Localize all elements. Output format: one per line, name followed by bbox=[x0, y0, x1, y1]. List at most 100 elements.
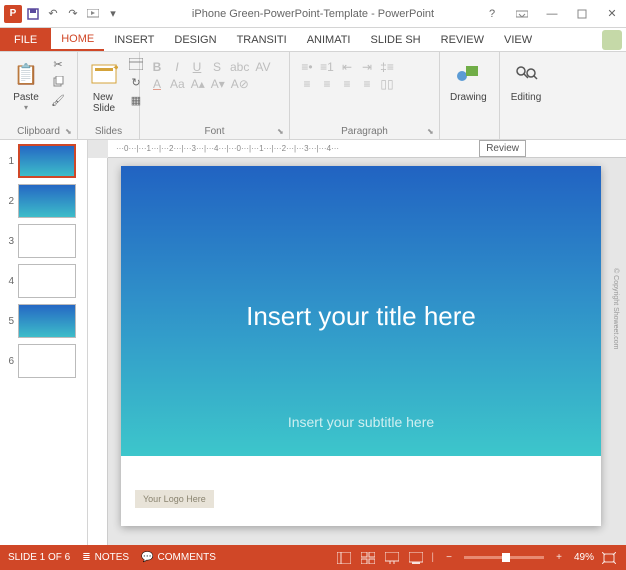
numbering-button[interactable]: ≡1 bbox=[320, 60, 334, 74]
comments-icon: 💬 bbox=[141, 552, 153, 563]
drawing-icon bbox=[452, 58, 484, 90]
title-placeholder[interactable]: Insert your title here bbox=[121, 301, 601, 332]
sorter-view-icon[interactable] bbox=[359, 550, 377, 566]
indent-dec-button[interactable]: ⇤ bbox=[340, 60, 354, 74]
zoom-in-button[interactable]: + bbox=[550, 550, 568, 566]
ribbon-tabs: FILE HOME INSERT DESIGN TRANSITI ANIMATI… bbox=[0, 28, 626, 52]
slide-thumbnails: 1 2 3 4 5 6 bbox=[0, 140, 88, 545]
new-slide-icon: ✦ bbox=[88, 58, 120, 90]
bullets-button[interactable]: ≡• bbox=[300, 60, 314, 74]
new-slide-button[interactable]: ✦ New Slide bbox=[84, 56, 124, 116]
normal-view-icon[interactable] bbox=[335, 550, 353, 566]
tab-transitions[interactable]: TRANSITI bbox=[227, 28, 297, 51]
tab-slideshow[interactable]: SLIDE SH bbox=[360, 28, 430, 51]
undo-icon[interactable]: ↶ bbox=[44, 5, 62, 23]
vertical-ruler[interactable] bbox=[88, 158, 108, 545]
cut-icon[interactable]: ✂ bbox=[50, 56, 66, 72]
thumbnail-2[interactable]: 2 bbox=[4, 184, 83, 218]
ribbon: 📋 Paste ▾ ✂ 🖌 Clipboard ⬊ ✦ New Slide ↻ … bbox=[0, 52, 626, 140]
user-badge[interactable] bbox=[602, 30, 622, 50]
slide-editor: ···0···|···1···|···2···|···3···|···4···|… bbox=[88, 140, 626, 545]
paste-button[interactable]: 📋 Paste ▾ bbox=[6, 56, 46, 114]
tab-review[interactable]: REVIEW bbox=[431, 28, 494, 51]
italic-button[interactable]: I bbox=[170, 60, 184, 74]
notes-button[interactable]: ≣NOTES bbox=[82, 552, 129, 563]
subtitle-placeholder[interactable]: Insert your subtitle here bbox=[121, 414, 601, 430]
slide-counter[interactable]: SLIDE 1 OF 6 bbox=[8, 552, 70, 563]
start-show-icon[interactable] bbox=[84, 5, 102, 23]
justify-button[interactable]: ≡ bbox=[360, 77, 374, 91]
spacing-button[interactable]: AV bbox=[255, 60, 270, 74]
thumbnail-6[interactable]: 6 bbox=[4, 344, 83, 378]
clear-format-button[interactable]: A⊘ bbox=[231, 77, 249, 91]
status-bar: SLIDE 1 OF 6 ≣NOTES 💬COMMENTS | − + 49% bbox=[0, 545, 626, 570]
shadow-button[interactable]: abc bbox=[230, 60, 249, 74]
find-icon bbox=[510, 58, 542, 90]
ribbon-options-icon[interactable] bbox=[508, 2, 536, 26]
group-slides: ✦ New Slide ↻ ▦ Slides bbox=[78, 52, 140, 139]
underline-button[interactable]: U bbox=[190, 60, 204, 74]
notes-icon: ≣ bbox=[82, 552, 90, 563]
comments-button[interactable]: 💬COMMENTS bbox=[141, 552, 216, 563]
group-editing: Editing bbox=[500, 52, 556, 139]
svg-text:✦: ✦ bbox=[112, 63, 118, 74]
thumbnail-1[interactable]: 1 bbox=[4, 144, 83, 178]
align-center-button[interactable]: ≡ bbox=[320, 77, 334, 91]
copyright-text: © Copyright Showeet.com bbox=[612, 268, 619, 349]
tab-view[interactable]: VIEW bbox=[494, 28, 542, 51]
paragraph-launcher[interactable]: ⬊ bbox=[427, 127, 437, 137]
group-clipboard: 📋 Paste ▾ ✂ 🖌 Clipboard ⬊ bbox=[0, 52, 78, 139]
copy-icon[interactable] bbox=[50, 74, 66, 90]
zoom-slider[interactable] bbox=[464, 556, 544, 559]
app-icon: P bbox=[4, 5, 22, 23]
columns-button[interactable]: ▯▯ bbox=[380, 77, 394, 91]
quick-access-toolbar: P ↶ ↷ ▾ bbox=[0, 5, 122, 23]
minimize-icon[interactable]: — bbox=[538, 2, 566, 26]
tab-home[interactable]: HOME bbox=[51, 28, 104, 51]
slide-canvas[interactable]: Insert your title here Insert your subti… bbox=[121, 166, 601, 526]
logo-placeholder[interactable]: Your Logo Here bbox=[135, 490, 214, 508]
tab-design[interactable]: DESIGN bbox=[164, 28, 226, 51]
strike-button[interactable]: S bbox=[210, 60, 224, 74]
fit-window-icon[interactable] bbox=[600, 550, 618, 566]
font-color-button[interactable]: A bbox=[150, 77, 164, 91]
clipboard-launcher[interactable]: ⬊ bbox=[65, 127, 75, 137]
reading-view-icon[interactable] bbox=[383, 550, 401, 566]
group-font: B I U S abc AV A Aa A▴ A▾ A⊘ Font ⬊ bbox=[140, 52, 290, 139]
tab-insert[interactable]: INSERT bbox=[104, 28, 164, 51]
align-left-button[interactable]: ≡ bbox=[300, 77, 314, 91]
align-right-button[interactable]: ≡ bbox=[340, 77, 354, 91]
window-title: iPhone Green-PowerPoint-Template - Power… bbox=[192, 8, 434, 20]
drawing-button[interactable]: Drawing bbox=[446, 56, 491, 105]
close-icon[interactable]: ✕ bbox=[598, 2, 626, 26]
qat-dropdown-icon[interactable]: ▾ bbox=[104, 5, 122, 23]
help-icon[interactable]: ? bbox=[478, 2, 506, 26]
change-case-button[interactable]: Aa bbox=[170, 77, 185, 91]
title-bar: P ↶ ↷ ▾ iPhone Green-PowerPoint-Template… bbox=[0, 0, 626, 28]
thumbnail-4[interactable]: 4 bbox=[4, 264, 83, 298]
editing-button[interactable]: Editing bbox=[506, 56, 546, 105]
bold-button[interactable]: B bbox=[150, 60, 164, 74]
font-launcher[interactable]: ⬊ bbox=[277, 127, 287, 137]
work-area: 1 2 3 4 5 6 ···0···|···1···|···2···|···3… bbox=[0, 140, 626, 545]
line-spacing-button[interactable]: ‡≡ bbox=[380, 60, 394, 74]
indent-inc-button[interactable]: ⇥ bbox=[360, 60, 374, 74]
paste-icon: 📋 bbox=[10, 58, 42, 90]
tooltip: Review bbox=[479, 140, 526, 157]
thumbnail-3[interactable]: 3 bbox=[4, 224, 83, 258]
horizontal-ruler[interactable]: ···0···|···1···|···2···|···3···|···4···|… bbox=[108, 140, 626, 158]
zoom-level[interactable]: 49% bbox=[574, 552, 594, 563]
maximize-icon[interactable] bbox=[568, 2, 596, 26]
shrink-font-button[interactable]: A▾ bbox=[211, 77, 225, 91]
save-icon[interactable] bbox=[24, 5, 42, 23]
zoom-out-button[interactable]: − bbox=[440, 550, 458, 566]
group-paragraph: ≡• ≡1 ⇤ ⇥ ‡≡ ≡ ≡ ≡ ≡ ▯▯ Paragraph ⬊ bbox=[290, 52, 440, 139]
thumbnail-5[interactable]: 5 bbox=[4, 304, 83, 338]
slideshow-view-icon[interactable] bbox=[407, 550, 425, 566]
tab-animations[interactable]: ANIMATI bbox=[297, 28, 361, 51]
file-tab[interactable]: FILE bbox=[0, 28, 51, 51]
redo-icon[interactable]: ↷ bbox=[64, 5, 82, 23]
grow-font-button[interactable]: A▴ bbox=[191, 77, 205, 91]
group-drawing: Drawing bbox=[440, 52, 500, 139]
format-painter-icon[interactable]: 🖌 bbox=[50, 92, 66, 108]
